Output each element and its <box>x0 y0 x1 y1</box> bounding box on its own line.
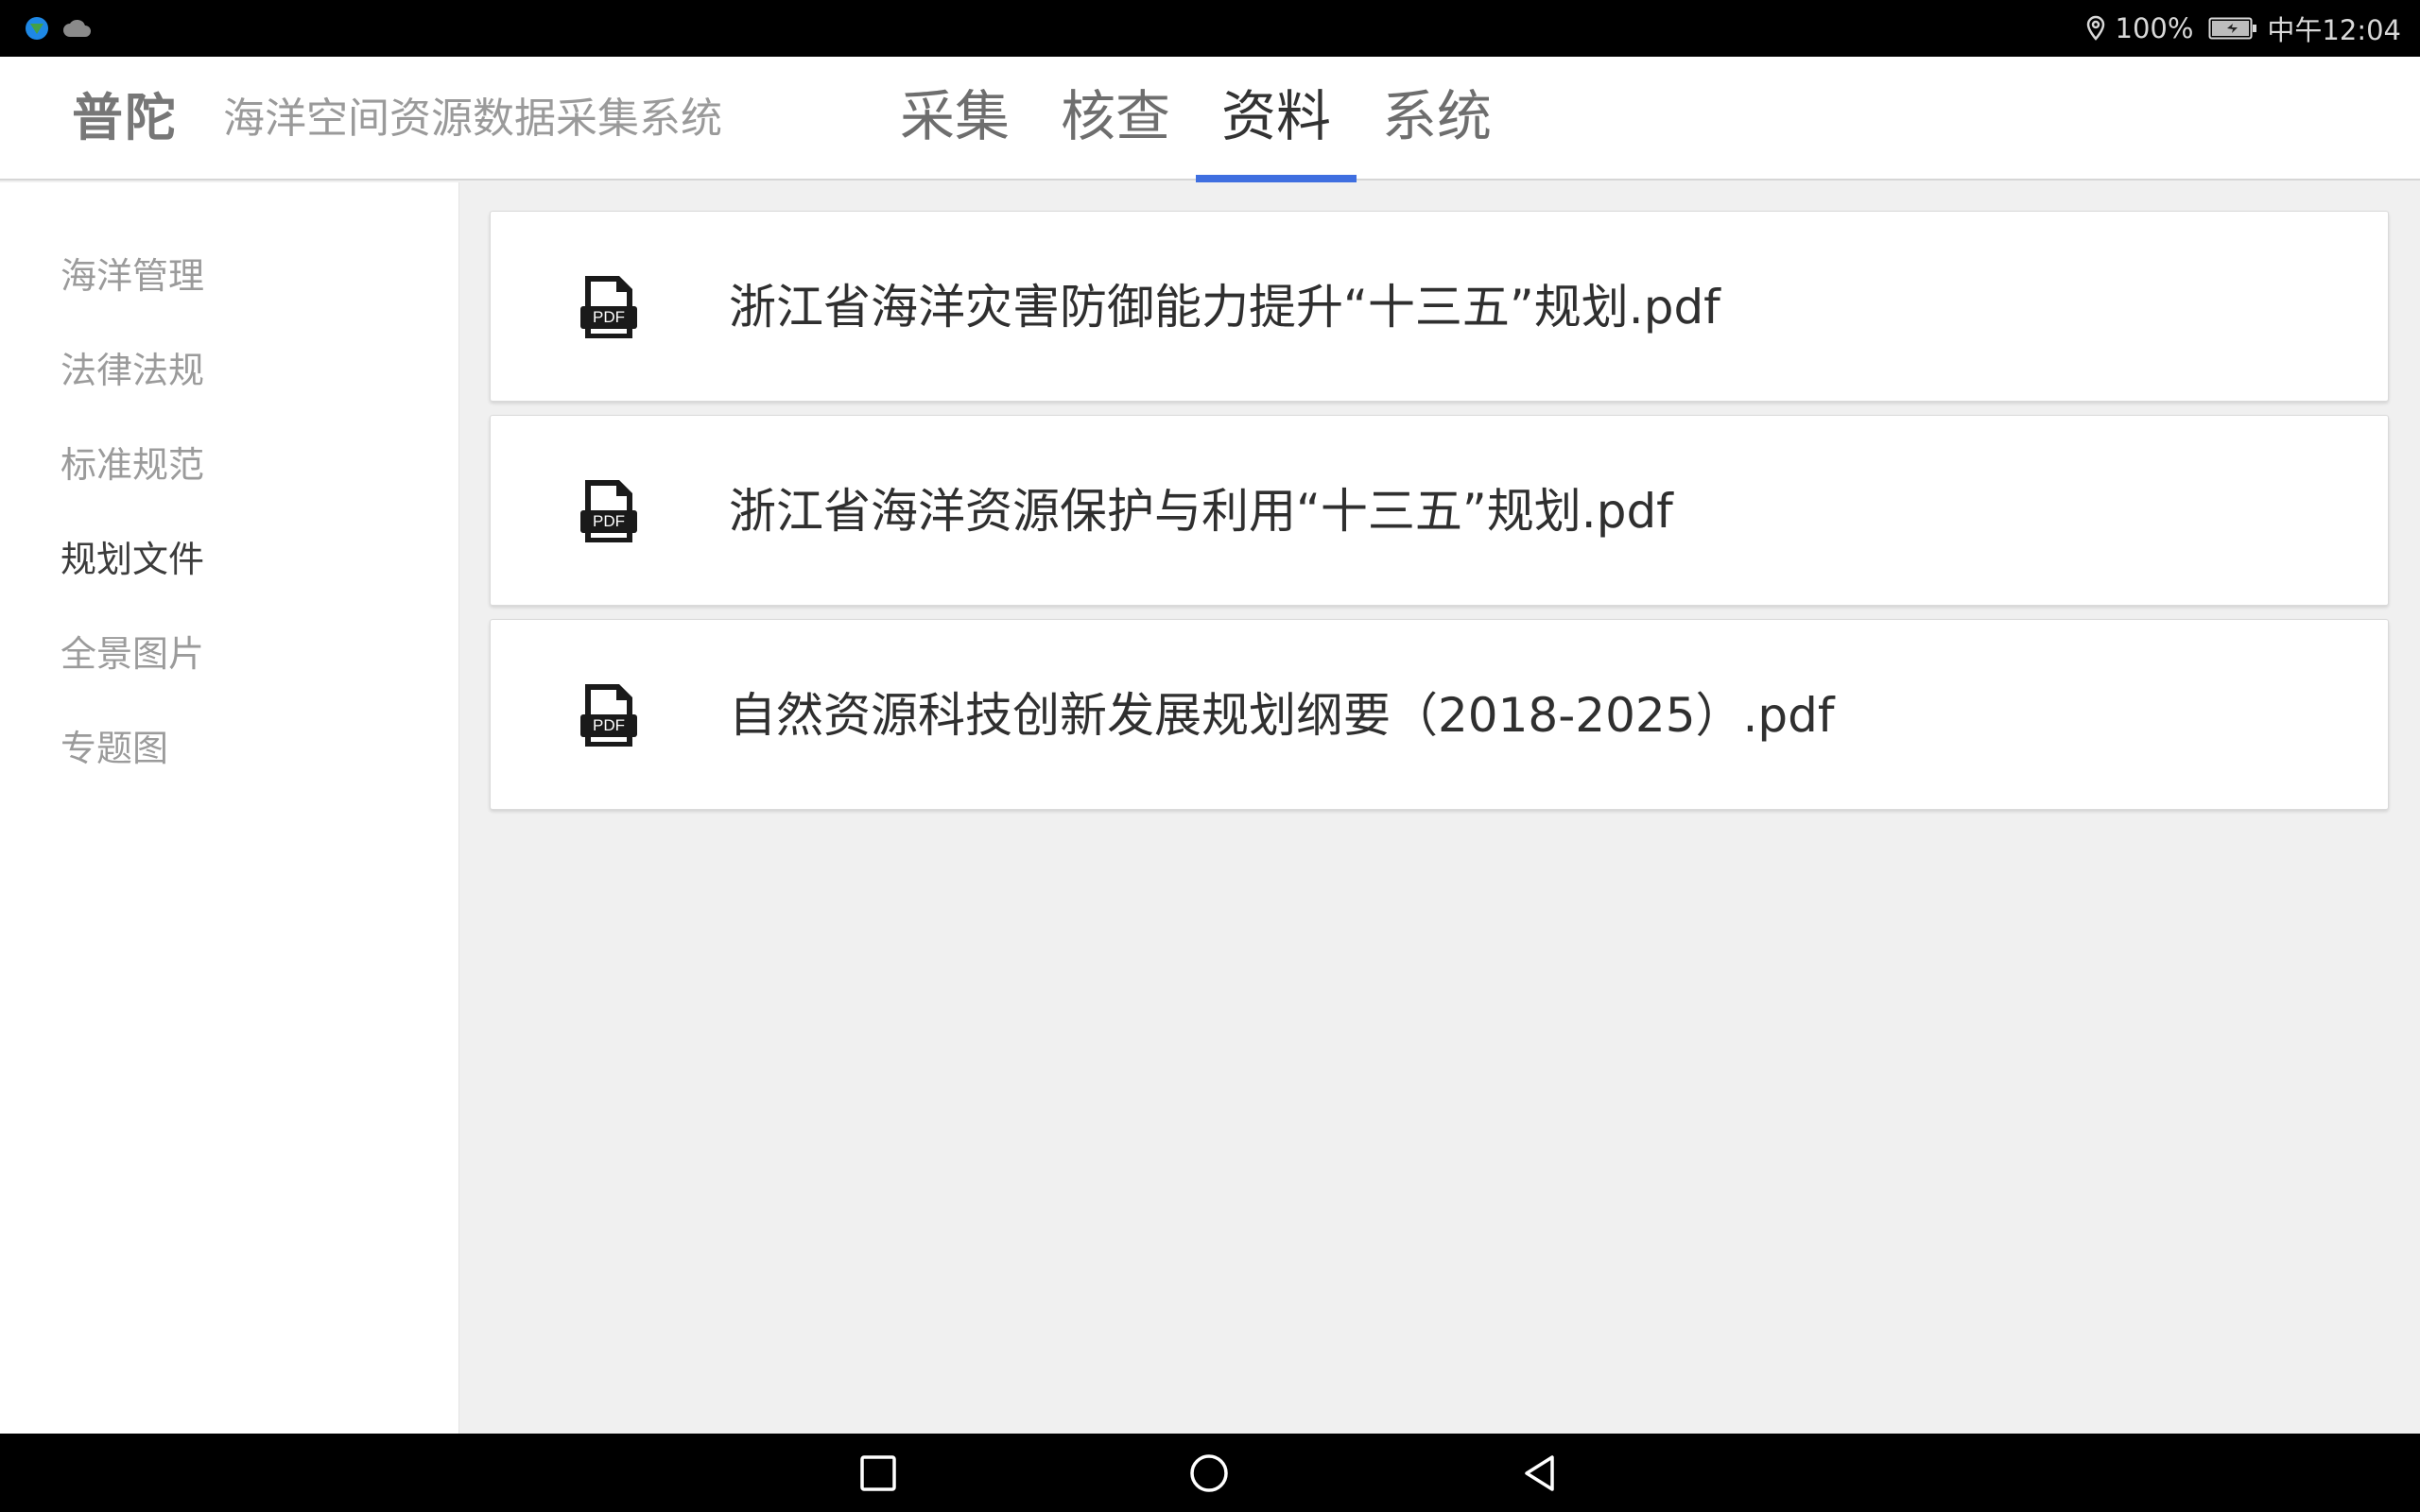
file-list-item[interactable]: PDF 浙江省海洋资源保护与利用“十三五”规划.pdf <box>490 415 2389 606</box>
status-left-icons <box>25 0 93 57</box>
app-globe-icon <box>26 17 48 40</box>
file-name: 浙江省海洋灾害防御能力提升“十三五”规划.pdf <box>729 280 1720 335</box>
sidebar-item-thematic-maps[interactable]: 专题图 <box>60 720 168 777</box>
file-name: 浙江省海洋资源保护与利用“十三五”规划.pdf <box>729 484 1673 539</box>
tab-verify[interactable]: 核查 <box>1035 57 1196 180</box>
file-list-item[interactable]: PDF 浙江省海洋灾害防御能力提升“十三五”规划.pdf <box>490 211 2389 402</box>
battery-percent: 100% <box>2115 12 2194 44</box>
location-pin-icon <box>2086 15 2104 41</box>
brand-title: 普陀 <box>72 88 178 147</box>
svg-text:PDF: PDF <box>593 512 625 530</box>
pdf-file-icon: PDF <box>580 684 637 747</box>
status-right: 100% 中午12:04 <box>2085 0 2401 57</box>
system-subtitle: 海洋空间资源数据采集系统 <box>223 94 722 143</box>
sidebar-item-laws[interactable]: 法律法规 <box>60 342 204 399</box>
sidebar-item-ocean-management[interactable]: 海洋管理 <box>60 248 204 304</box>
cloud-icon <box>63 19 91 37</box>
pdf-file-icon: PDF <box>580 276 637 338</box>
sidebar-item-planning-documents[interactable]: 规划文件 <box>60 531 204 588</box>
status-bar: 100% 中午12:04 <box>0 0 2420 57</box>
system-nav-bar <box>0 1434 2420 1512</box>
sidebar: 海洋管理 法律法规 标准规范 规划文件 全景图片 专题图 <box>0 182 459 1434</box>
file-list-item[interactable]: PDF 自然资源科技创新发展规划纲要（2018-2025）.pdf <box>490 619 2389 810</box>
status-time: 中午12:04 <box>2267 14 2401 46</box>
battery-charging-icon <box>2208 17 2257 40</box>
tab-system[interactable]: 系统 <box>1357 57 1517 180</box>
back-triangle-icon[interactable] <box>1517 1451 1563 1496</box>
tab-materials[interactable]: 资料 <box>1196 57 1357 182</box>
sidebar-item-panorama-images[interactable]: 全景图片 <box>60 626 204 682</box>
sidebar-item-standards[interactable]: 标准规范 <box>60 437 204 493</box>
app-header: 普陀 海洋空间资源数据采集系统 采集 核查 资料 系统 <box>0 57 2420 182</box>
home-circle-icon[interactable] <box>1186 1451 1232 1496</box>
pdf-file-icon: PDF <box>580 480 637 542</box>
file-name: 自然资源科技创新发展规划纲要（2018-2025）.pdf <box>729 688 1835 743</box>
tab-collect[interactable]: 采集 <box>874 57 1035 180</box>
svg-text:PDF: PDF <box>593 308 625 326</box>
svg-text:PDF: PDF <box>593 716 625 734</box>
recents-square-icon[interactable] <box>856 1451 901 1496</box>
